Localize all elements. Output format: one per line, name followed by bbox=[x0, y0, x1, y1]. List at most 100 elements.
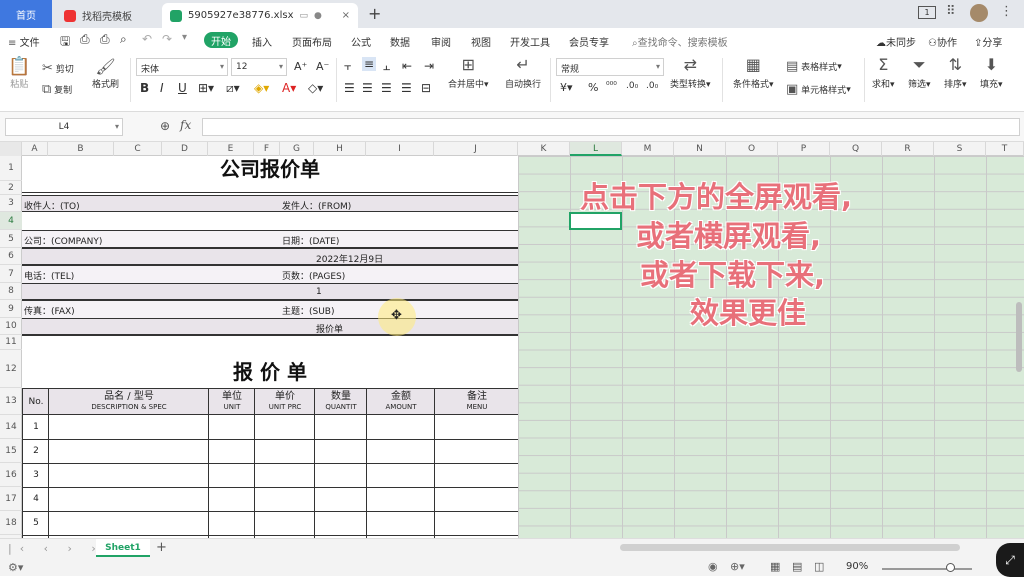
col-header-l[interactable]: L bbox=[570, 142, 622, 156]
tab-developer[interactable]: 开发工具 bbox=[510, 34, 550, 49]
spreadsheet-grid[interactable]: A B C D E F G H I J K L M N O P Q R S T … bbox=[0, 142, 1024, 538]
row-header[interactable]: 6 bbox=[0, 248, 22, 265]
export-pdf-icon[interactable]: ⎙ bbox=[80, 32, 90, 47]
eye-protection-icon[interactable]: ◉ bbox=[708, 560, 718, 573]
avatar[interactable] bbox=[970, 4, 988, 22]
decrease-decimal-icon[interactable]: .0₀ bbox=[646, 81, 658, 91]
font-size-select[interactable]: 12 ▾ bbox=[231, 58, 287, 76]
col-header-f[interactable]: F bbox=[254, 142, 280, 156]
print-icon[interactable]: ⎙ bbox=[100, 32, 110, 47]
clear-icon[interactable]: ◇▾ bbox=[308, 81, 323, 95]
col-header-b[interactable]: B bbox=[48, 142, 114, 156]
row-header[interactable]: 2 bbox=[0, 181, 22, 195]
bold-icon[interactable]: B bbox=[140, 81, 149, 95]
align-middle-icon[interactable]: ≡ bbox=[362, 57, 377, 71]
col-header-n[interactable]: N bbox=[674, 142, 726, 156]
col-header-m[interactable]: M bbox=[622, 142, 674, 156]
row-header[interactable]: 13 bbox=[0, 388, 22, 415]
col-header-s[interactable]: S bbox=[934, 142, 986, 156]
view-mode-icon[interactable]: ⊕▾ bbox=[730, 560, 745, 573]
cell-border-style-icon[interactable]: ⧄▾ bbox=[226, 81, 240, 96]
cell-style-button[interactable]: ▣ 单元格样式 ▾ bbox=[786, 83, 851, 96]
select-all-corner[interactable] bbox=[0, 142, 22, 156]
col-header-c[interactable]: C bbox=[114, 142, 162, 156]
col-header-g[interactable]: G bbox=[280, 142, 314, 156]
sheet-tab[interactable]: Sheet1 bbox=[96, 539, 150, 557]
align-center-icon[interactable]: ☰ bbox=[362, 81, 373, 95]
col-header-d[interactable]: D bbox=[162, 142, 208, 156]
vertical-scrollbar[interactable] bbox=[1016, 302, 1022, 372]
row-header[interactable]: 18 bbox=[0, 511, 22, 535]
italic-icon[interactable]: I bbox=[160, 81, 164, 95]
sync-status[interactable]: ☁未同步 bbox=[876, 34, 916, 49]
row-header[interactable]: 12 bbox=[0, 350, 22, 388]
row-header[interactable]: 5 bbox=[0, 230, 22, 248]
increase-font-icon[interactable]: A⁺ bbox=[294, 60, 307, 73]
row-header[interactable]: 1 bbox=[0, 156, 22, 181]
tab-review[interactable]: 审阅 bbox=[431, 34, 451, 49]
zoom-search-icon[interactable]: ⊕ bbox=[160, 119, 170, 133]
fill-button[interactable]: ⬇ 填充▾ bbox=[980, 57, 1003, 91]
font-name-select[interactable]: 宋体 ▾ bbox=[136, 58, 228, 76]
increase-decimal-icon[interactable]: .0₀ bbox=[626, 81, 638, 91]
macro-icon[interactable]: ⚙▾ bbox=[8, 561, 23, 574]
tab-templates[interactable]: 找稻壳模板 bbox=[56, 3, 158, 28]
align-top-icon[interactable]: ⫟ bbox=[344, 59, 351, 74]
currency-icon[interactable]: ¥▾ bbox=[560, 81, 573, 94]
col-header-o[interactable]: O bbox=[726, 142, 778, 156]
function-icon[interactable]: fx bbox=[180, 118, 191, 132]
row-header[interactable]: 3 bbox=[0, 195, 22, 212]
col-header-a[interactable]: A bbox=[22, 142, 48, 156]
tab-start[interactable]: 开始 bbox=[204, 32, 238, 48]
quick-access-dropdown-icon[interactable]: ▾ bbox=[182, 32, 187, 43]
col-header-t[interactable]: T bbox=[986, 142, 1024, 156]
tab-workbook[interactable]: 5905927e38776.xlsx ▭ ● × bbox=[162, 3, 358, 28]
paste-button[interactable]: 📋 粘贴 bbox=[8, 58, 30, 91]
row-header[interactable]: 16 bbox=[0, 463, 22, 487]
zoom-slider[interactable] bbox=[882, 568, 972, 570]
sort-button[interactable]: ⇅ 排序▾ bbox=[944, 57, 967, 91]
col-header-p[interactable]: P bbox=[778, 142, 830, 156]
align-bottom-icon[interactable]: ⫠ bbox=[383, 59, 390, 74]
table-style-button[interactable]: ▤ 表格样式 ▾ bbox=[786, 60, 842, 73]
tab-view[interactable]: 视图 bbox=[471, 34, 491, 49]
col-header-j[interactable]: J bbox=[434, 142, 518, 156]
col-header-i[interactable]: I bbox=[366, 142, 434, 156]
conditional-format-button[interactable]: ▦ 条件格式▾ bbox=[733, 57, 774, 91]
normal-view-icon[interactable]: ▦ bbox=[770, 560, 780, 573]
more-icon[interactable]: ⋮ bbox=[1000, 4, 1013, 19]
zoom-level[interactable]: 90% bbox=[846, 561, 868, 572]
thousands-icon[interactable]: ⁰⁰⁰ bbox=[606, 81, 617, 91]
row-header[interactable]: 14 bbox=[0, 415, 22, 439]
col-header-k[interactable]: K bbox=[518, 142, 570, 156]
row-header[interactable]: 7 bbox=[0, 265, 22, 283]
print-preview-icon[interactable]: ⌕ bbox=[120, 32, 127, 47]
col-header-q[interactable]: Q bbox=[830, 142, 882, 156]
save-icon[interactable]: 🖫 bbox=[60, 32, 70, 53]
border-icon[interactable]: ⊞▾ bbox=[198, 81, 214, 95]
justify-icon[interactable]: ☰ bbox=[401, 81, 412, 95]
tab-member[interactable]: 会员专享 bbox=[569, 34, 609, 49]
collaborate-button[interactable]: ⚇协作 bbox=[928, 34, 957, 49]
percent-button[interactable]: % bbox=[588, 81, 598, 94]
tab-monitor-icon[interactable]: ▭ bbox=[300, 11, 309, 21]
auto-wrap-button[interactable]: ↵ 自动换行 bbox=[505, 57, 541, 91]
fullscreen-icon[interactable]: ⤢ bbox=[996, 543, 1024, 577]
tab-close-icon[interactable]: × bbox=[342, 10, 350, 21]
decrease-font-icon[interactable]: A⁻ bbox=[316, 60, 329, 73]
page-layout-view-icon[interactable]: ▤ bbox=[792, 560, 802, 573]
tab-home[interactable]: 首页 bbox=[0, 0, 52, 28]
fill-color-icon[interactable]: ◈▾ bbox=[254, 81, 269, 95]
number-format-select[interactable]: 常规 ▾ bbox=[556, 58, 664, 76]
format-painter-button[interactable]: 🖌 格式刷 bbox=[92, 59, 119, 91]
row-header[interactable]: 17 bbox=[0, 487, 22, 511]
row-header[interactable]: 9 bbox=[0, 300, 22, 318]
cut-button[interactable]: ✂ 剪切 bbox=[42, 62, 74, 75]
undo-icon[interactable]: ↶ bbox=[142, 32, 152, 46]
align-left-icon[interactable]: ☰ bbox=[344, 81, 355, 95]
copy-button[interactable]: ⧉ 复制 bbox=[42, 83, 72, 96]
font-color-icon[interactable]: A▾ bbox=[282, 81, 296, 95]
align-right-icon[interactable]: ☰ bbox=[381, 81, 392, 95]
add-sheet-button[interactable]: + bbox=[156, 540, 167, 555]
new-tab-button[interactable]: + bbox=[368, 4, 381, 23]
